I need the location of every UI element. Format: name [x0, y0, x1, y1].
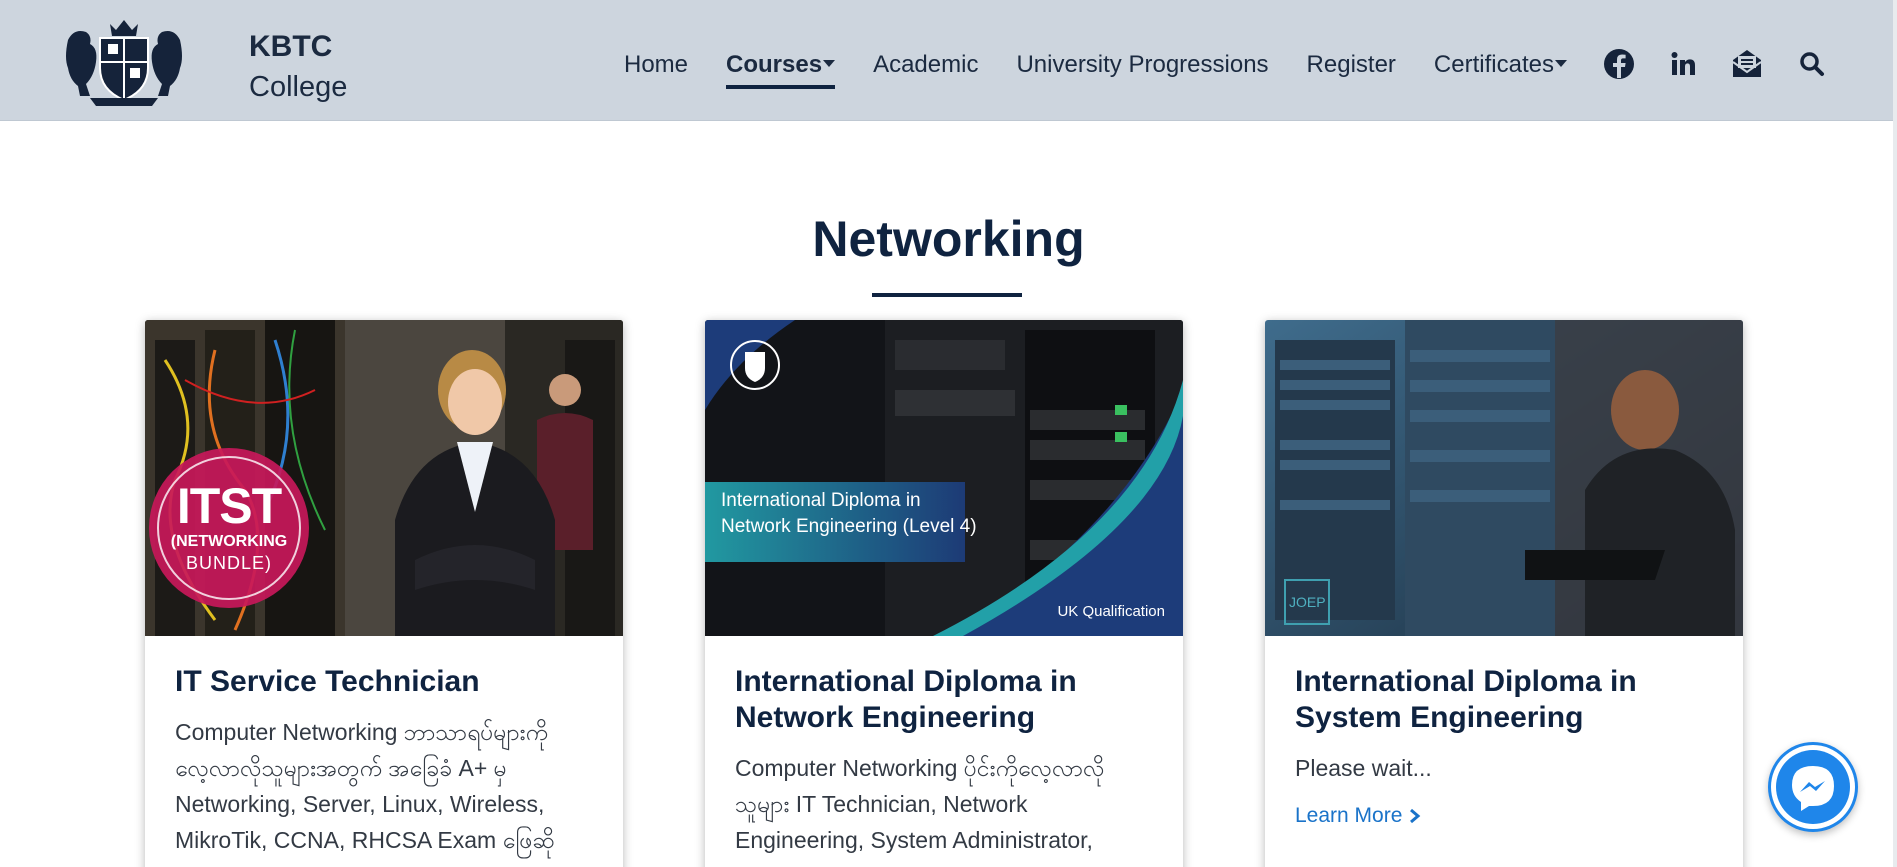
nav-university-progressions-label: University Progressions — [1016, 51, 1269, 78]
course-card-title[interactable]: IT Service Technician — [175, 664, 595, 700]
site-header: KBTC College Home Courses Academic Unive… — [0, 0, 1897, 121]
course-card-description: Computer Networking ပိုင်းကိုလေ့လာလို သူ… — [735, 755, 1105, 853]
messenger-icon — [1771, 745, 1855, 829]
brand-subtitle: College — [249, 71, 348, 103]
nav-certificates[interactable]: Certificates — [1434, 47, 1567, 83]
nav-courses-label: Courses — [726, 51, 823, 78]
messenger-chat-button[interactable] — [1768, 742, 1858, 832]
nav-academic[interactable]: Academic — [873, 47, 978, 83]
badge-line-2: (NETWORKING — [170, 533, 288, 550]
course-card-it-service-technician[interactable]: ITST (NETWORKING BUNDLE) IT Service Tech… — [145, 320, 623, 867]
caret-down-icon — [1554, 60, 1567, 68]
joep-watermark: JOEP — [1289, 594, 1326, 610]
course-card-network-engineering[interactable]: International Diploma in Network Enginee… — [705, 320, 1183, 867]
course-card-description: Computer Networking ဘာသာရပ်များကို လေ့လာ… — [175, 719, 555, 853]
banner-line-2: Network Engineering (Level 4) — [721, 516, 977, 537]
course-card-body: IT Service Technician Computer Networkin… — [175, 664, 595, 858]
course-card-body: International Diploma in Network Enginee… — [735, 664, 1155, 858]
learn-more-link[interactable]: Learn More — [1295, 804, 1422, 828]
mail-icon[interactable] — [1729, 44, 1765, 84]
brand-title: KBTC — [249, 30, 333, 63]
nav-home-label: Home — [624, 51, 689, 78]
nav-university-progressions[interactable]: University Progressions — [1016, 47, 1268, 83]
course-card-image[interactable]: International Diploma in Network Enginee… — [705, 320, 1183, 636]
facebook-icon[interactable] — [1601, 44, 1637, 84]
search-icon[interactable] — [1794, 44, 1830, 84]
course-card-image[interactable]: JOEP — [1265, 320, 1743, 636]
banner-line-1: International Diploma in — [721, 490, 921, 511]
nav-home[interactable]: Home — [624, 47, 688, 83]
itst-badge-text: ITST (NETWORKING BUNDLE) — [149, 480, 309, 574]
course-card-title[interactable]: International Diploma in Network Enginee… — [735, 664, 1155, 736]
uk-qualification-label: UK Qualification — [1057, 603, 1165, 620]
course-card-description: Please wait... — [1295, 755, 1432, 781]
main-nav: Home Courses Academic University Progres… — [624, 47, 1605, 89]
badge-line-3: BUNDLE) — [185, 553, 272, 573]
course-card-system-engineering[interactable]: JOEP International Diploma in System Eng… — [1265, 320, 1743, 867]
course-card-title[interactable]: International Diploma in System Engineer… — [1295, 664, 1715, 736]
badge-main-text: ITST — [176, 478, 282, 534]
page-scrollbar[interactable] — [1893, 0, 1897, 867]
nav-register[interactable]: Register — [1307, 47, 1396, 83]
nav-courses[interactable]: Courses — [726, 47, 836, 89]
section-title: Networking — [812, 211, 1085, 267]
section-title-underline — [872, 293, 1022, 297]
nav-register-label: Register — [1306, 51, 1396, 78]
nav-academic-label: Academic — [873, 51, 979, 78]
course-card-body: International Diploma in System Engineer… — [1295, 664, 1715, 828]
course-card-image[interactable]: ITST (NETWORKING BUNDLE) — [145, 320, 623, 636]
diploma-banner-text: International Diploma in Network Enginee… — [721, 488, 977, 540]
chevron-right-icon — [1410, 808, 1421, 824]
college-crest-logo[interactable] — [60, 10, 188, 110]
linkedin-icon[interactable] — [1665, 44, 1701, 84]
nav-certificates-label: Certificates — [1433, 51, 1554, 78]
brand-name[interactable]: KBTC College — [249, 27, 347, 107]
caret-down-icon — [823, 60, 836, 68]
learn-more-label: Learn More — [1295, 804, 1403, 827]
